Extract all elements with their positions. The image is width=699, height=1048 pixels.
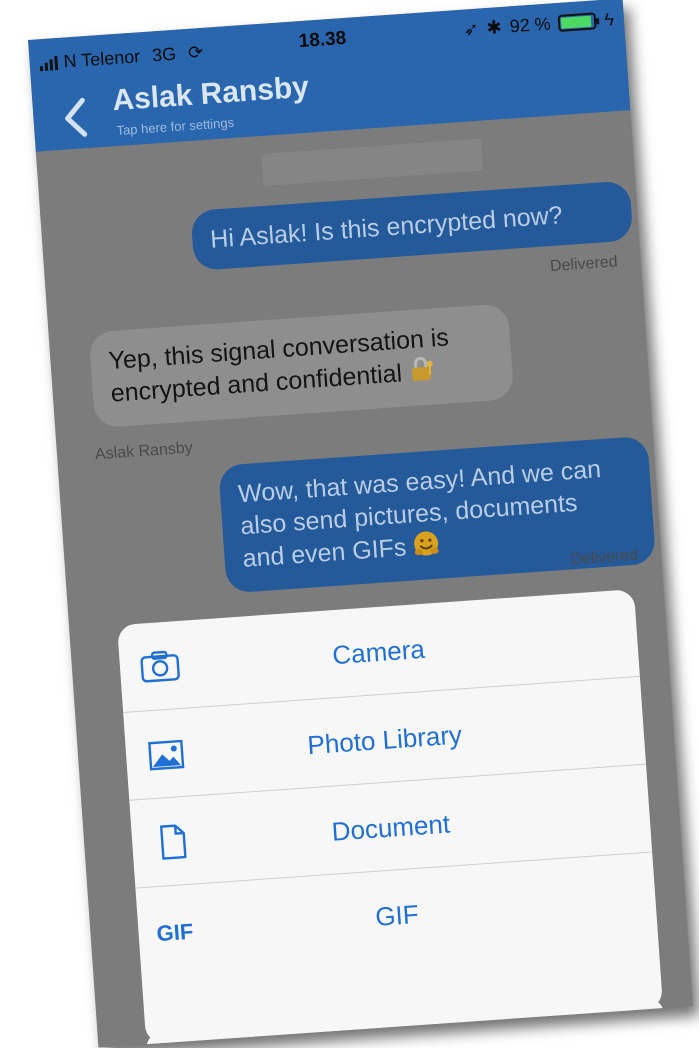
option-label: GIF	[374, 898, 420, 932]
message-text: Hi Aslak! Is this encrypted now?	[209, 201, 564, 254]
status-bar: N Telenor 3G ⟳ 18.38 ➶ ✱ 92 % ϟ	[28, 0, 626, 84]
network-type: 3G	[151, 43, 177, 66]
bluetooth-icon: ✱	[485, 16, 503, 38]
option-label: Document	[330, 808, 451, 847]
delivery-status: Delivered	[549, 253, 619, 276]
delivery-status: Delivered	[569, 546, 639, 569]
location-icon: ➶	[462, 18, 480, 40]
blurred-timestamp	[261, 138, 484, 186]
navigation-header: N Telenor 3G ⟳ 18.38 ➶ ✱ 92 % ϟ Aslak Ra…	[28, 0, 631, 152]
lock-with-key-emoji	[407, 354, 437, 392]
battery-percent: 92 %	[508, 13, 552, 37]
outgoing-message-bubble[interactable]: Wow, that was easy! And we can also send…	[218, 435, 657, 594]
phone-screenshot: N Telenor 3G ⟳ 18.38 ➶ ✱ 92 % ϟ Aslak Ra…	[28, 0, 694, 1048]
option-label: Photo Library	[306, 719, 463, 761]
back-chevron-icon[interactable]	[54, 92, 97, 145]
sync-icon: ⟳	[187, 41, 204, 63]
hugging-face-emoji	[411, 529, 441, 567]
option-label: Camera	[331, 633, 426, 671]
conversation-title[interactable]: Aslak Ransby	[111, 71, 310, 119]
carrier-name: N Telenor	[62, 46, 141, 72]
charging-icon: ϟ	[603, 9, 615, 30]
settings-hint[interactable]: Tap here for settings	[116, 115, 235, 138]
sender-name: Aslak Ransby	[94, 439, 194, 464]
signal-strength-icon	[39, 55, 59, 71]
battery-icon	[558, 12, 598, 32]
status-time: 18.38	[298, 27, 347, 53]
incoming-message-bubble[interactable]: Yep, this signal conversation is encrypt…	[88, 303, 515, 429]
attachment-action-sheet: Camera Photo Library Document GIF GIF	[117, 589, 664, 1045]
